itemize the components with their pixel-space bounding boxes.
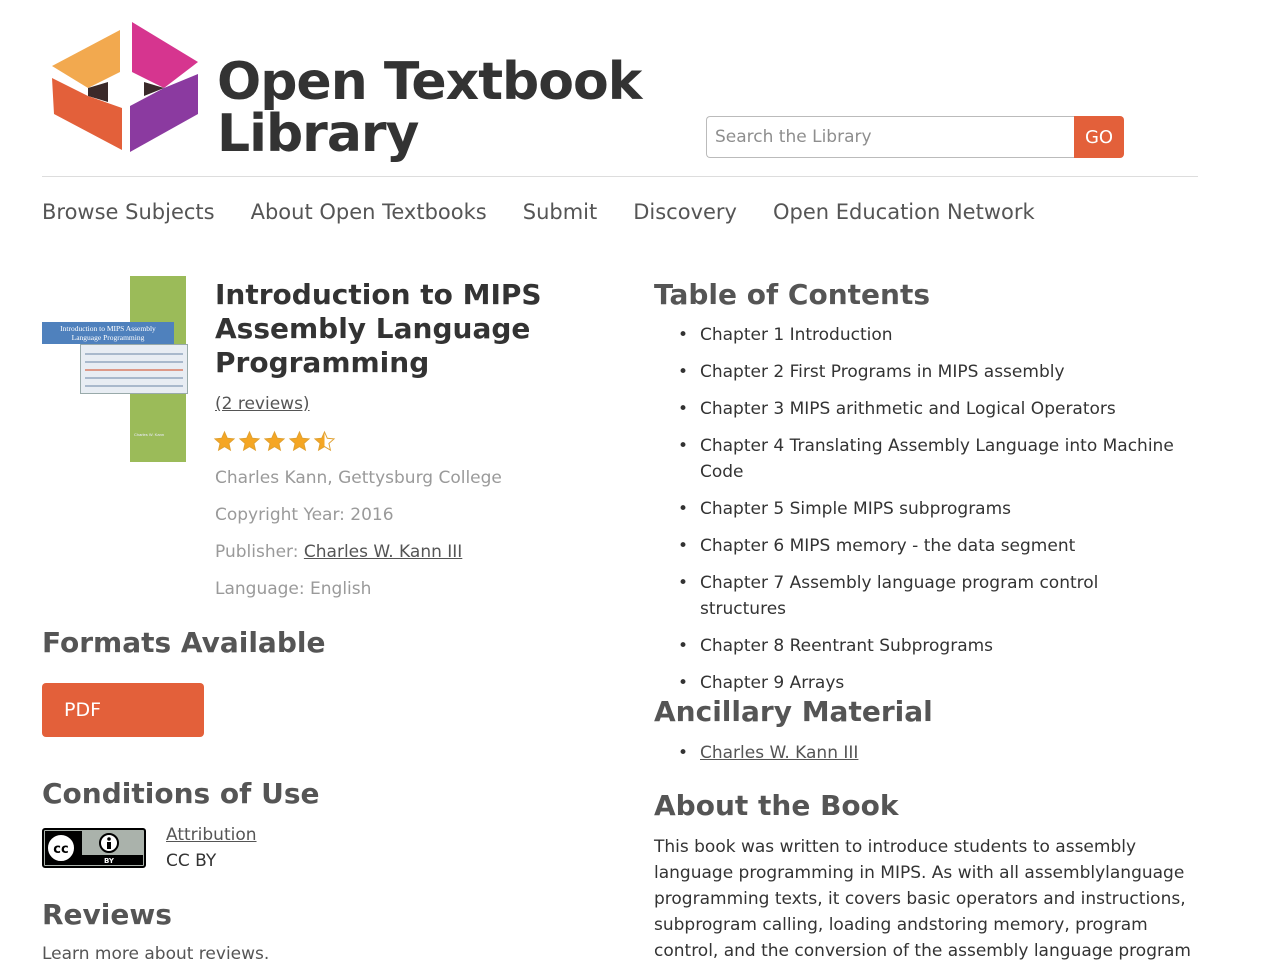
search-form: GO [706,116,1124,158]
toc-item: Chapter 5 Simple MIPS subprograms [678,496,1188,522]
search-go-button[interactable]: GO [1074,116,1124,158]
book-cover: Introduction to MIPS Assembly Language P… [42,276,188,462]
reviews-heading: Reviews [42,898,172,931]
logo-line-1: Open Textbook [217,52,642,112]
ancillary-heading: Ancillary Material [654,695,933,728]
search-input[interactable] [706,116,1074,158]
svg-text:cc: cc [53,842,68,857]
toc-item: Chapter 8 Reentrant Subprograms [678,633,1188,659]
site-header: Open Textbook Library GO [42,18,1198,178]
cc-badge-label: BY [104,857,115,865]
cover-title-band: Introduction to MIPS Assembly Language P… [42,322,174,344]
publisher-link[interactable]: Charles W. Kann III [304,542,462,562]
toc-item: Chapter 4 Translating Assembly Language … [678,433,1188,485]
toc-item: Chapter 2 First Programs in MIPS assembl… [678,359,1188,385]
cover-author: Charles W. Kann [134,432,165,437]
toc-item: Chapter 3 MIPS arithmetic and Logical Op… [678,396,1188,422]
license-attribution-link[interactable]: Attribution [166,825,257,845]
nav-browse-subjects[interactable]: Browse Subjects [42,200,215,224]
cover-screenshot [80,344,188,394]
star-icon [213,430,236,452]
star-icon [288,430,311,452]
pdf-download-button[interactable]: PDF [42,683,204,737]
reviews-link[interactable]: (2 reviews) [215,394,310,414]
ancillary-link[interactable]: Charles W. Kann III [700,743,858,763]
nav-open-education-network[interactable]: Open Education Network [773,200,1035,224]
logo-wordmark[interactable]: Open Textbook Library [217,52,642,164]
toc-heading: Table of Contents [654,278,931,311]
publisher-label: Publisher: [215,542,299,562]
toc-item: Chapter 6 MIPS memory - the data segment [678,533,1188,559]
toc-item: Chapter 1 Introduction [678,322,1188,348]
star-icon [263,430,286,452]
nav-about-open-textbooks[interactable]: About Open Textbooks [251,200,487,224]
about-heading: About the Book [654,789,899,822]
logo-icon[interactable] [52,22,200,156]
ancillary-list: Charles W. Kann III [678,740,858,766]
nav-submit[interactable]: Submit [523,200,598,224]
star-icon [238,430,261,452]
book-language: Language: English [215,579,372,599]
about-text: This book was written to introduce stude… [654,837,1191,960]
learn-more-reviews-link[interactable]: Learn more about reviews. [42,944,269,960]
header-divider [42,176,1198,177]
formats-heading: Formats Available [42,626,326,659]
book-copyright: Copyright Year: 2016 [215,505,394,525]
logo-line-2: Library [217,104,419,164]
cc-by-license-icon[interactable]: cc BY [42,828,146,868]
toc-item: Chapter 7 Assembly language program cont… [678,570,1188,622]
nav-discovery[interactable]: Discovery [633,200,737,224]
toc-list: Chapter 1 Introduction Chapter 2 First P… [678,322,1188,707]
toc-item: Chapter 9 Arrays [678,670,1188,696]
book-title: Introduction to MIPS Assembly Language P… [215,278,542,379]
book-publisher: Publisher: Charles W. Kann III [215,542,462,562]
ancillary-item: Charles W. Kann III [678,740,858,766]
license-code: CC BY [166,851,217,871]
star-icon [313,430,336,452]
conditions-heading: Conditions of Use [42,777,320,810]
book-author: Charles Kann, Gettysburg College [215,468,502,488]
star-rating [213,430,336,453]
main-nav: Browse Subjects About Open Textbooks Sub… [42,200,1035,224]
